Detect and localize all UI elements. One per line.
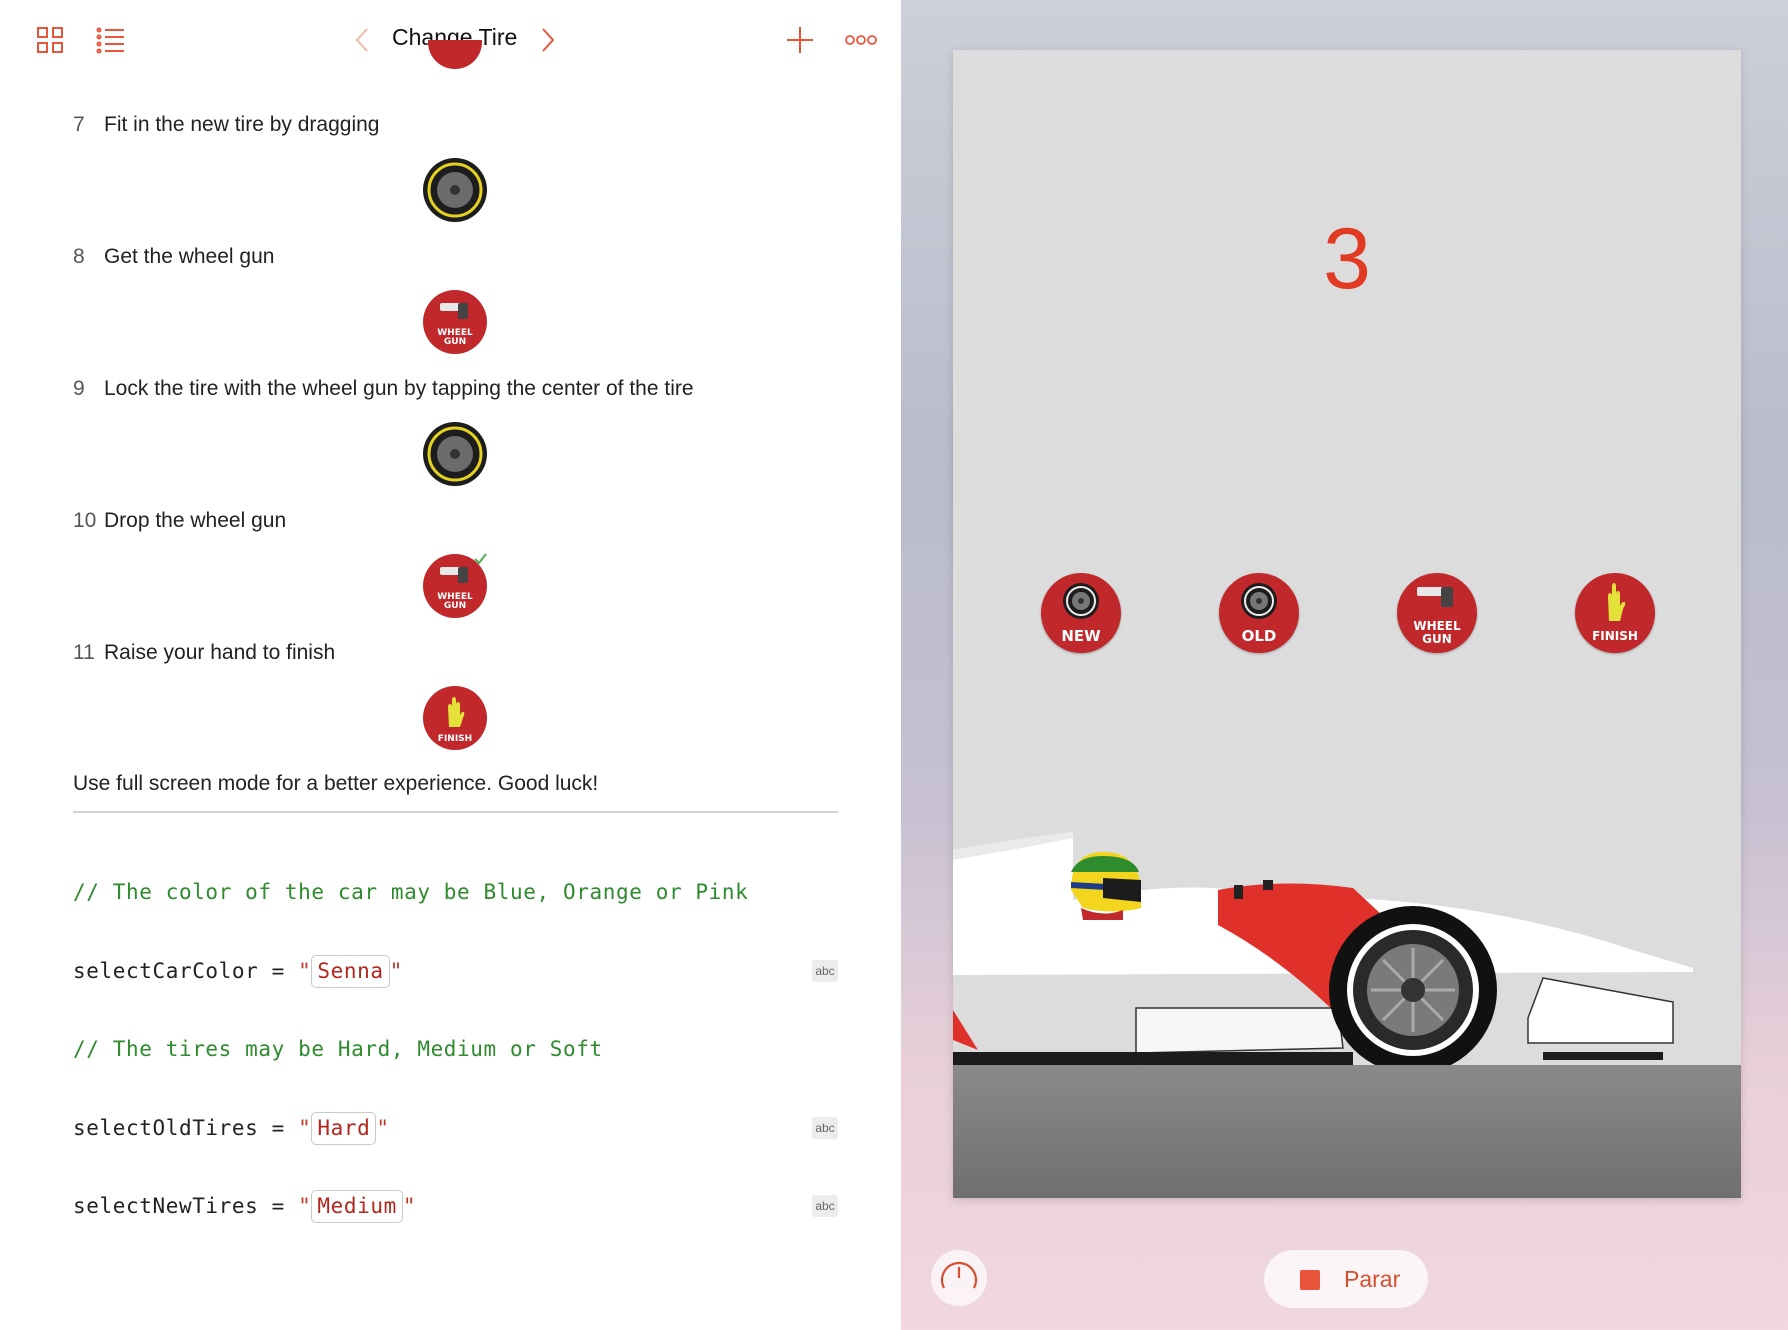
quote: " [376,1116,390,1140]
grid-icon[interactable] [36,26,64,59]
quote: " [402,1194,417,1218]
code-comment-color: // The color of the car may be Blue, Ora… [73,880,749,904]
svg-text:GUN: GUN [444,337,466,347]
step-7: 7 Fit in the new tire by dragging [73,113,379,137]
editor-pane: Change Tire 7 Fit in the new tire by drag… [0,0,901,1330]
button-label-line1: WHEEL [1413,619,1461,633]
instructions-footer: Use full screen mode for a better experi… [73,772,599,795]
finish-hand-icon [427,40,483,92]
string-type-badge[interactable]: abc [812,960,838,982]
new-tires-value-field[interactable]: Medium [311,1190,403,1223]
step-11: 11 Raise your hand to finish [73,641,335,665]
race-car [953,832,1693,1074]
step-text: Drop the wheel gun [104,509,287,532]
quote: " [298,1194,312,1218]
list-icon[interactable] [96,26,126,59]
step-number: 7 [73,113,85,136]
step-text: Lock the tire with the wheel gun by tapp… [104,377,694,400]
new-tire-button[interactable]: NEW [1041,573,1121,653]
variable-name: selectNewTires [73,1194,259,1218]
string-type-badge[interactable]: abc [812,1195,838,1217]
code-line-old-tires: selectOldTires = " Hard " [73,1112,390,1145]
wheel-gun-checked-icon: WHEEL GUN [422,553,488,619]
quote: " [298,959,312,983]
chevron-left-icon[interactable] [354,27,370,58]
svg-text:GUN: GUN [444,601,466,611]
wheel-icon [1329,906,1497,1074]
code-line-new-tires: selectNewTires = " Medium " [73,1190,416,1223]
driver-helmet [1071,852,1141,920]
code-comment-tires: // The tires may be Hard, Medium or Soft [73,1037,603,1061]
step-10: 10 Drop the wheel gun [73,509,286,533]
svg-text:FINISH: FINISH [438,734,472,744]
variable-name: selectCarColor [73,959,259,983]
quote: " [298,1116,312,1140]
wheel-gun-icon: WHEEL GUN [422,289,488,355]
tire-icon [422,421,488,487]
old-tire-button[interactable]: OLD [1219,573,1299,653]
live-view-pane: 3 NEW OLD WHEEL GUN FINISH Parar [901,0,1788,1330]
countdown-number: 3 [1323,211,1371,307]
stop-button[interactable]: Parar [1264,1250,1428,1308]
operator: = [271,1194,285,1218]
finish-button[interactable]: FINISH [1575,573,1655,653]
wheel-gun-button[interactable]: WHEEL GUN [1397,573,1477,653]
track-ground [953,1065,1741,1198]
speed-gauge-button[interactable] [931,1250,987,1306]
stop-icon [1300,1270,1320,1290]
old-tires-value-field[interactable]: Hard [311,1112,377,1145]
finish-hand-icon: FINISH [422,685,488,751]
step-text: Fit in the new tire by dragging [104,113,380,136]
plus-icon[interactable] [786,26,814,59]
tire-icon [422,157,488,223]
more-icon[interactable] [845,33,877,51]
gauge-icon [940,1261,978,1289]
step-text: Get the wheel gun [104,245,275,268]
code-line-car-color: selectCarColor = " Senna " [73,955,403,988]
step-9: 9 Lock the tire with the wheel gun by tap… [73,377,694,401]
variable-name: selectOldTires [73,1116,259,1140]
step-number: 10 [73,509,97,532]
button-label: FINISH [1592,629,1638,643]
step-number: 11 [73,641,95,664]
divider [73,811,838,813]
string-type-badge[interactable]: abc [812,1117,838,1139]
step-number: 8 [73,245,85,268]
game-stage[interactable]: 3 NEW OLD WHEEL GUN FINISH [953,50,1741,1198]
step-text: Raise your hand to finish [104,641,336,664]
car-color-value-field[interactable]: Senna [311,955,390,988]
stop-label: Parar [1344,1266,1401,1292]
quote: " [389,959,403,983]
button-label: NEW [1061,627,1101,645]
operator: = [271,959,285,983]
button-label-line2: GUN [1422,632,1452,646]
chevron-right-icon[interactable] [540,27,556,58]
step-number: 9 [73,377,85,400]
step-8: 8 Get the wheel gun [73,245,274,269]
button-label: OLD [1241,627,1277,645]
operator: = [271,1116,285,1140]
